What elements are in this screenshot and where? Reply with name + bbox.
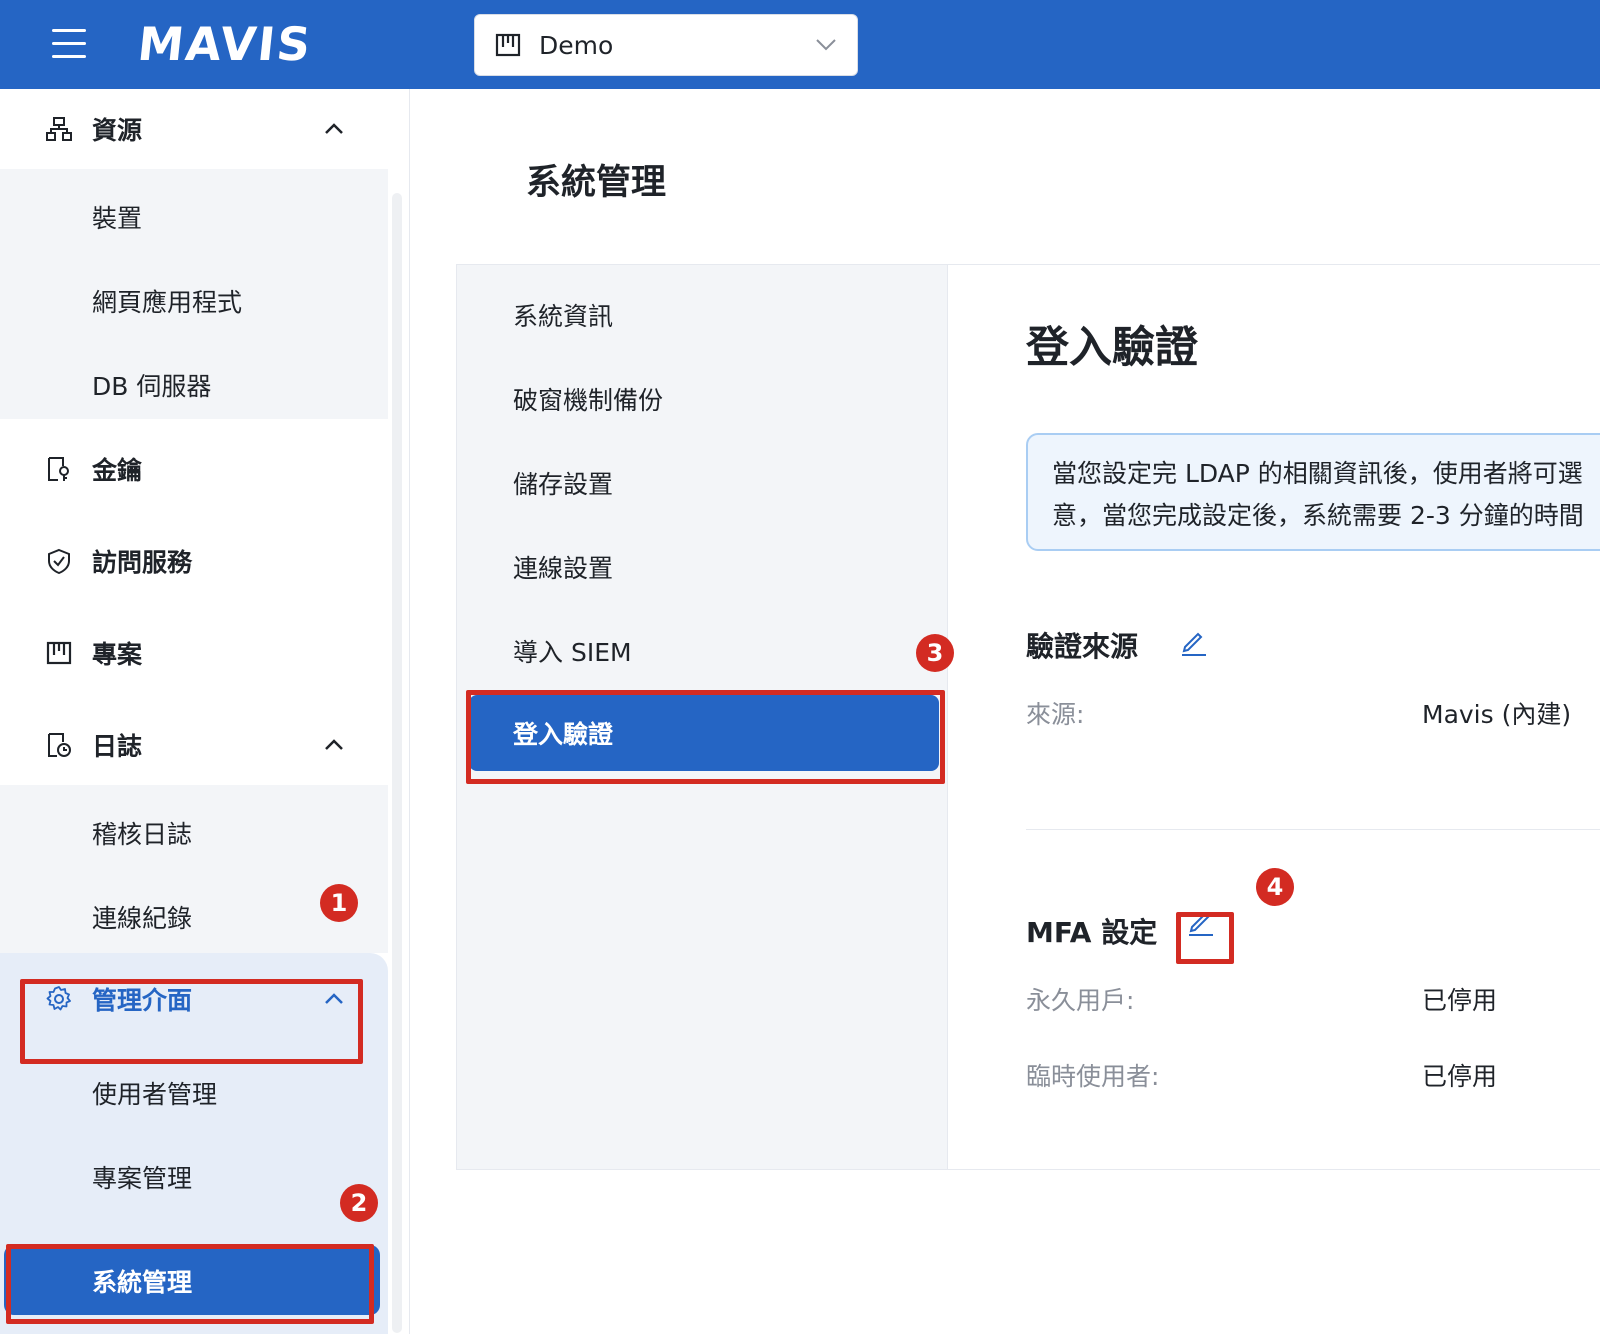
sidebar-item-label: 系統管理 [92,1268,193,1297]
chevron-up-icon[interactable] [324,123,344,135]
sidebar-item-system-management[interactable]: 系統管理 [4,1245,380,1315]
permanent-user-label: 永久用戶: [1026,986,1135,1015]
project-select[interactable]: Demo [474,14,858,76]
sidebar-item-label: 專案 [92,640,143,669]
info-text-line2: 意，當您完成設定後，系統需要 2-3 分鐘的時間 [1052,501,1584,530]
settings-nav: 系統資訊 破窗機制備份 儲存設置 連線設置 導入 SIEM 登入驗證 [457,265,948,1169]
mfa-heading: MFA 設定 [1026,916,1158,949]
gear-icon [46,986,71,1011]
page-title: 系統管理 [526,163,667,203]
log-clock-icon [48,733,71,757]
settings-panel: 系統資訊 破窗機制備份 儲存設置 連線設置 導入 SIEM 登入驗證 登入驗證 … [456,264,1600,1170]
section-title: 登入驗證 [1026,323,1198,373]
pencil-icon[interactable] [1185,907,1215,937]
section-divider [1026,829,1600,830]
project-select-value: Demo [539,30,614,60]
chevron-up-icon[interactable] [324,739,344,751]
sidebar-item-label: 資源 [92,116,143,145]
sidebar: 資源 裝置 網頁應用程式 DB 伺服器 金鑰 訪問服務 專案 日誌 稽核日誌 連… [0,89,410,1334]
sidebar-item-label: 管理介面 [92,986,193,1015]
settings-nav-siem[interactable]: 導入 SIEM [513,633,632,669]
sidebar-item-resources[interactable]: 資源 [0,89,388,169]
sidebar-item-label: 日誌 [92,732,143,761]
sidebar-item-audit-logs[interactable]: 稽核日誌 [92,815,192,851]
annotation-badge-3: 3 [916,634,954,672]
pencil-icon[interactable] [1178,627,1208,657]
logs-submenu: 稽核日誌 連線紀錄 [0,785,388,953]
sidebar-item-label: 訪問服務 [92,548,193,577]
chevron-up-icon[interactable] [324,993,344,1005]
annotation-badge-4: 4 [1256,868,1294,906]
sidebar-item-logs[interactable]: 日誌 [0,705,388,785]
sidebar-item-user-management[interactable]: 使用者管理 [92,1075,217,1111]
sidebar-item-db-servers[interactable]: DB 伺服器 [92,367,211,403]
auth-source-heading: 驗證來源 [1026,630,1139,663]
kanban-icon [46,641,72,665]
settings-nav-login-auth[interactable]: 登入驗證 [469,695,939,771]
temp-user-value: 已停用 [1422,1062,1498,1091]
settings-nav-system-info[interactable]: 系統資訊 [513,297,613,333]
top-bar: MAVIS Demo [0,0,1600,89]
kanban-icon [495,33,521,57]
permanent-user-value: 已停用 [1422,986,1498,1015]
app-logo: MAVIS [135,17,315,71]
source-value: Mavis (內建) [1422,700,1572,729]
resources-submenu: 裝置 網頁應用程式 DB 伺服器 [0,169,388,419]
settings-nav-breakglass-backup[interactable]: 破窗機制備份 [513,381,663,417]
sidebar-item-projects[interactable]: 專案 [0,613,388,693]
settings-nav-connection[interactable]: 連線設置 [513,549,613,585]
sidebar-item-label: 金鑰 [92,456,143,485]
login-auth-content: 登入驗證 當您設定完 LDAP 的相關資訊後，使用者將可選 意，當您完成設定後，… [948,265,1600,1169]
settings-nav-label: 登入驗證 [513,720,614,749]
sidebar-item-admin[interactable]: 管理介面 [0,953,388,1045]
sitemap-icon [46,117,72,141]
sidebar-item-access[interactable]: 訪問服務 [0,521,388,601]
temp-user-label: 臨時使用者: [1026,1062,1160,1091]
sidebar-scrollbar[interactable] [392,193,402,1333]
sidebar-item-project-management[interactable]: 專案管理 [92,1159,192,1195]
key-doc-icon [48,457,69,481]
info-banner: 當您設定完 LDAP 的相關資訊後，使用者將可選 意，當您完成設定後，系統需要 … [1026,433,1600,551]
settings-nav-storage[interactable]: 儲存設置 [513,465,613,501]
chevron-down-icon [816,39,836,51]
sidebar-item-keys[interactable]: 金鑰 [0,429,388,509]
source-label: 來源: [1026,700,1085,729]
shield-check-icon [48,548,70,574]
annotation-badge-1: 1 [320,884,358,922]
sidebar-item-web-apps[interactable]: 網頁應用程式 [92,283,242,319]
sidebar-item-connection-records[interactable]: 連線紀錄 [92,899,192,935]
annotation-badge-2: 2 [340,1184,378,1222]
sidebar-item-devices[interactable]: 裝置 [92,199,142,235]
info-text-line1: 當您設定完 LDAP 的相關資訊後，使用者將可選 [1052,459,1583,488]
hamburger-menu-icon[interactable] [52,29,86,59]
